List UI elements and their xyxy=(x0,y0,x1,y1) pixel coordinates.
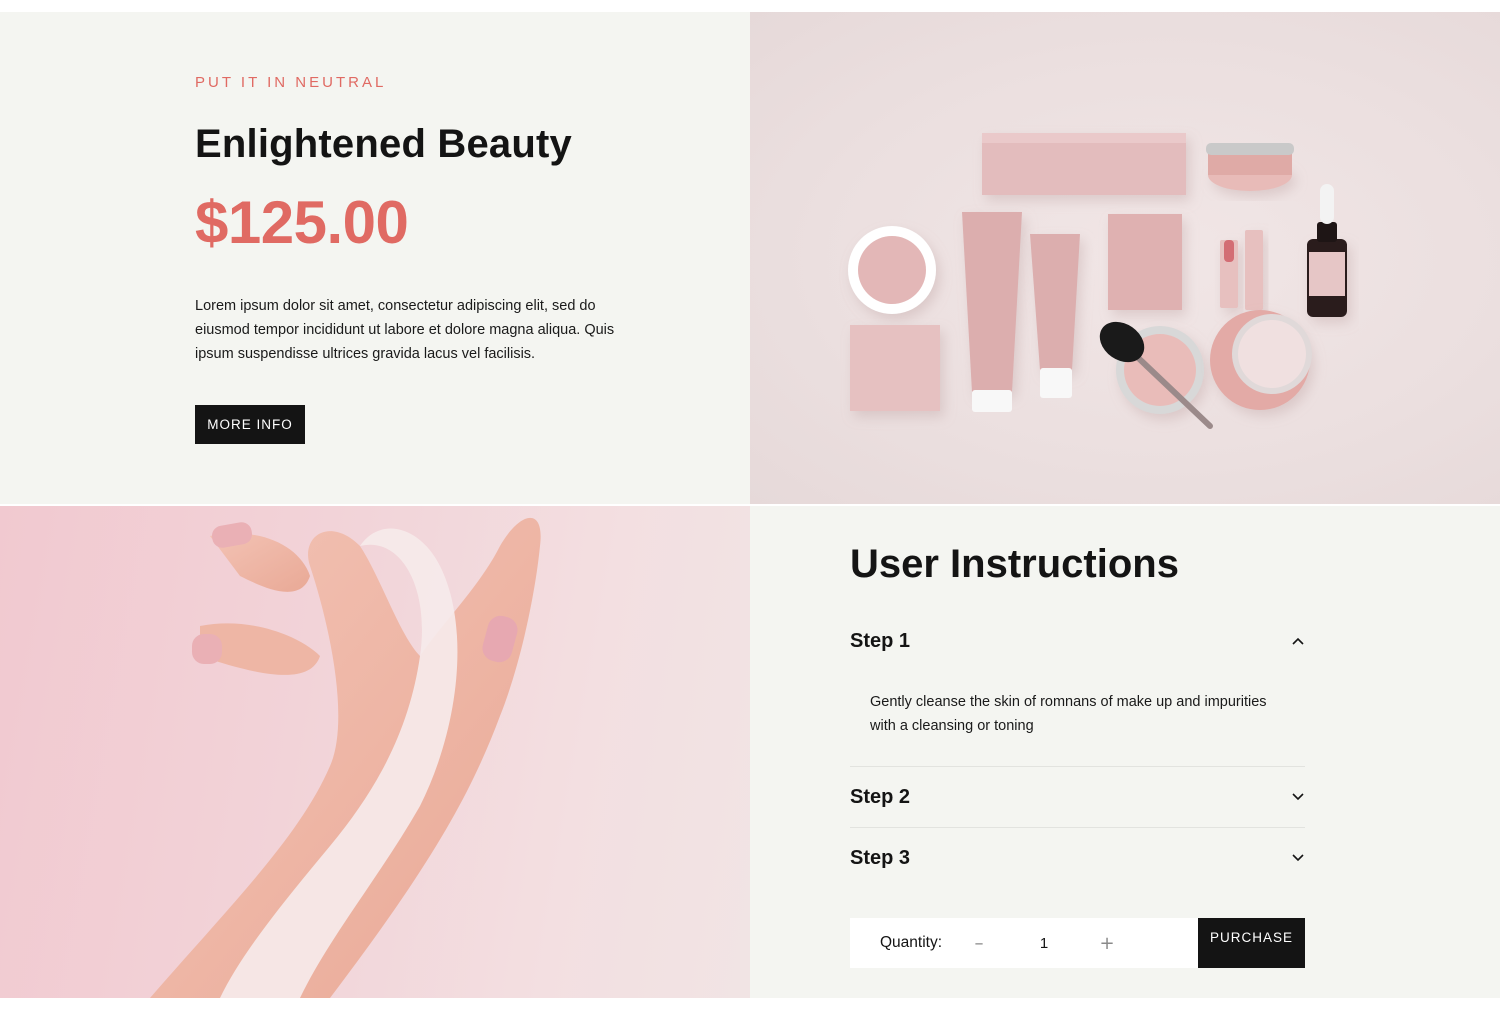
accordion-item-step-2: Step 2 xyxy=(850,767,1305,828)
accordion-header-step-2[interactable]: Step 2 xyxy=(850,767,1305,827)
hand-illustration xyxy=(150,517,541,998)
product-title: Enlightened Beauty xyxy=(195,122,572,166)
product-description: Lorem ipsum dolor sit amet, consectetur … xyxy=(195,298,615,362)
step-1-body: Gently cleanse the skin of romnans of ma… xyxy=(870,694,1267,734)
chevron-down-icon[interactable] xyxy=(1291,790,1305,804)
instructions-title: User Instructions xyxy=(850,542,1179,586)
cosmetics-image xyxy=(750,12,1500,504)
step-label: Step 1 xyxy=(850,629,911,652)
step-label: Step 2 xyxy=(850,785,911,808)
product-eyebrow: PUT IT IN NEUTRAL xyxy=(195,74,387,91)
product-panel: PUT IT IN NEUTRAL Enlightened Beauty $12… xyxy=(0,12,750,504)
hand-lotion-image xyxy=(0,506,750,998)
step-label: Step 3 xyxy=(850,846,911,869)
quantity-input[interactable] xyxy=(1018,931,1071,955)
chevron-up-icon[interactable] xyxy=(1291,634,1305,648)
page: PUT IT IN NEUTRAL Enlightened Beauty $12… xyxy=(0,0,1500,1013)
product-price: $125.00 xyxy=(195,189,409,256)
quantity-increase-button[interactable]: + xyxy=(1098,933,1116,954)
instructions-accordion: Step 1 Gently cleanse the skin of romnan… xyxy=(850,614,1305,888)
accordion-item-step-1: Step 1 Gently cleanse the skin of romnan… xyxy=(850,614,1305,767)
purchase-button[interactable]: PURCHASE xyxy=(1198,918,1305,968)
purchase-bar: Quantity: – + PURCHASE xyxy=(850,918,1305,968)
cosmetics-illustration xyxy=(848,133,1347,429)
chevron-down-icon[interactable] xyxy=(1291,851,1305,865)
more-info-button[interactable]: MORE INFO xyxy=(195,405,305,444)
quantity-label: Quantity: xyxy=(880,934,943,951)
accordion-header-step-3[interactable]: Step 3 xyxy=(850,828,1305,888)
accordion-header-step-1[interactable]: Step 1 xyxy=(850,614,1305,668)
quantity-decrease-button[interactable]: – xyxy=(970,933,988,954)
accordion-item-step-3: Step 3 xyxy=(850,828,1305,888)
instructions-panel: User Instructions Step 1 Gently cleanse … xyxy=(750,506,1500,998)
